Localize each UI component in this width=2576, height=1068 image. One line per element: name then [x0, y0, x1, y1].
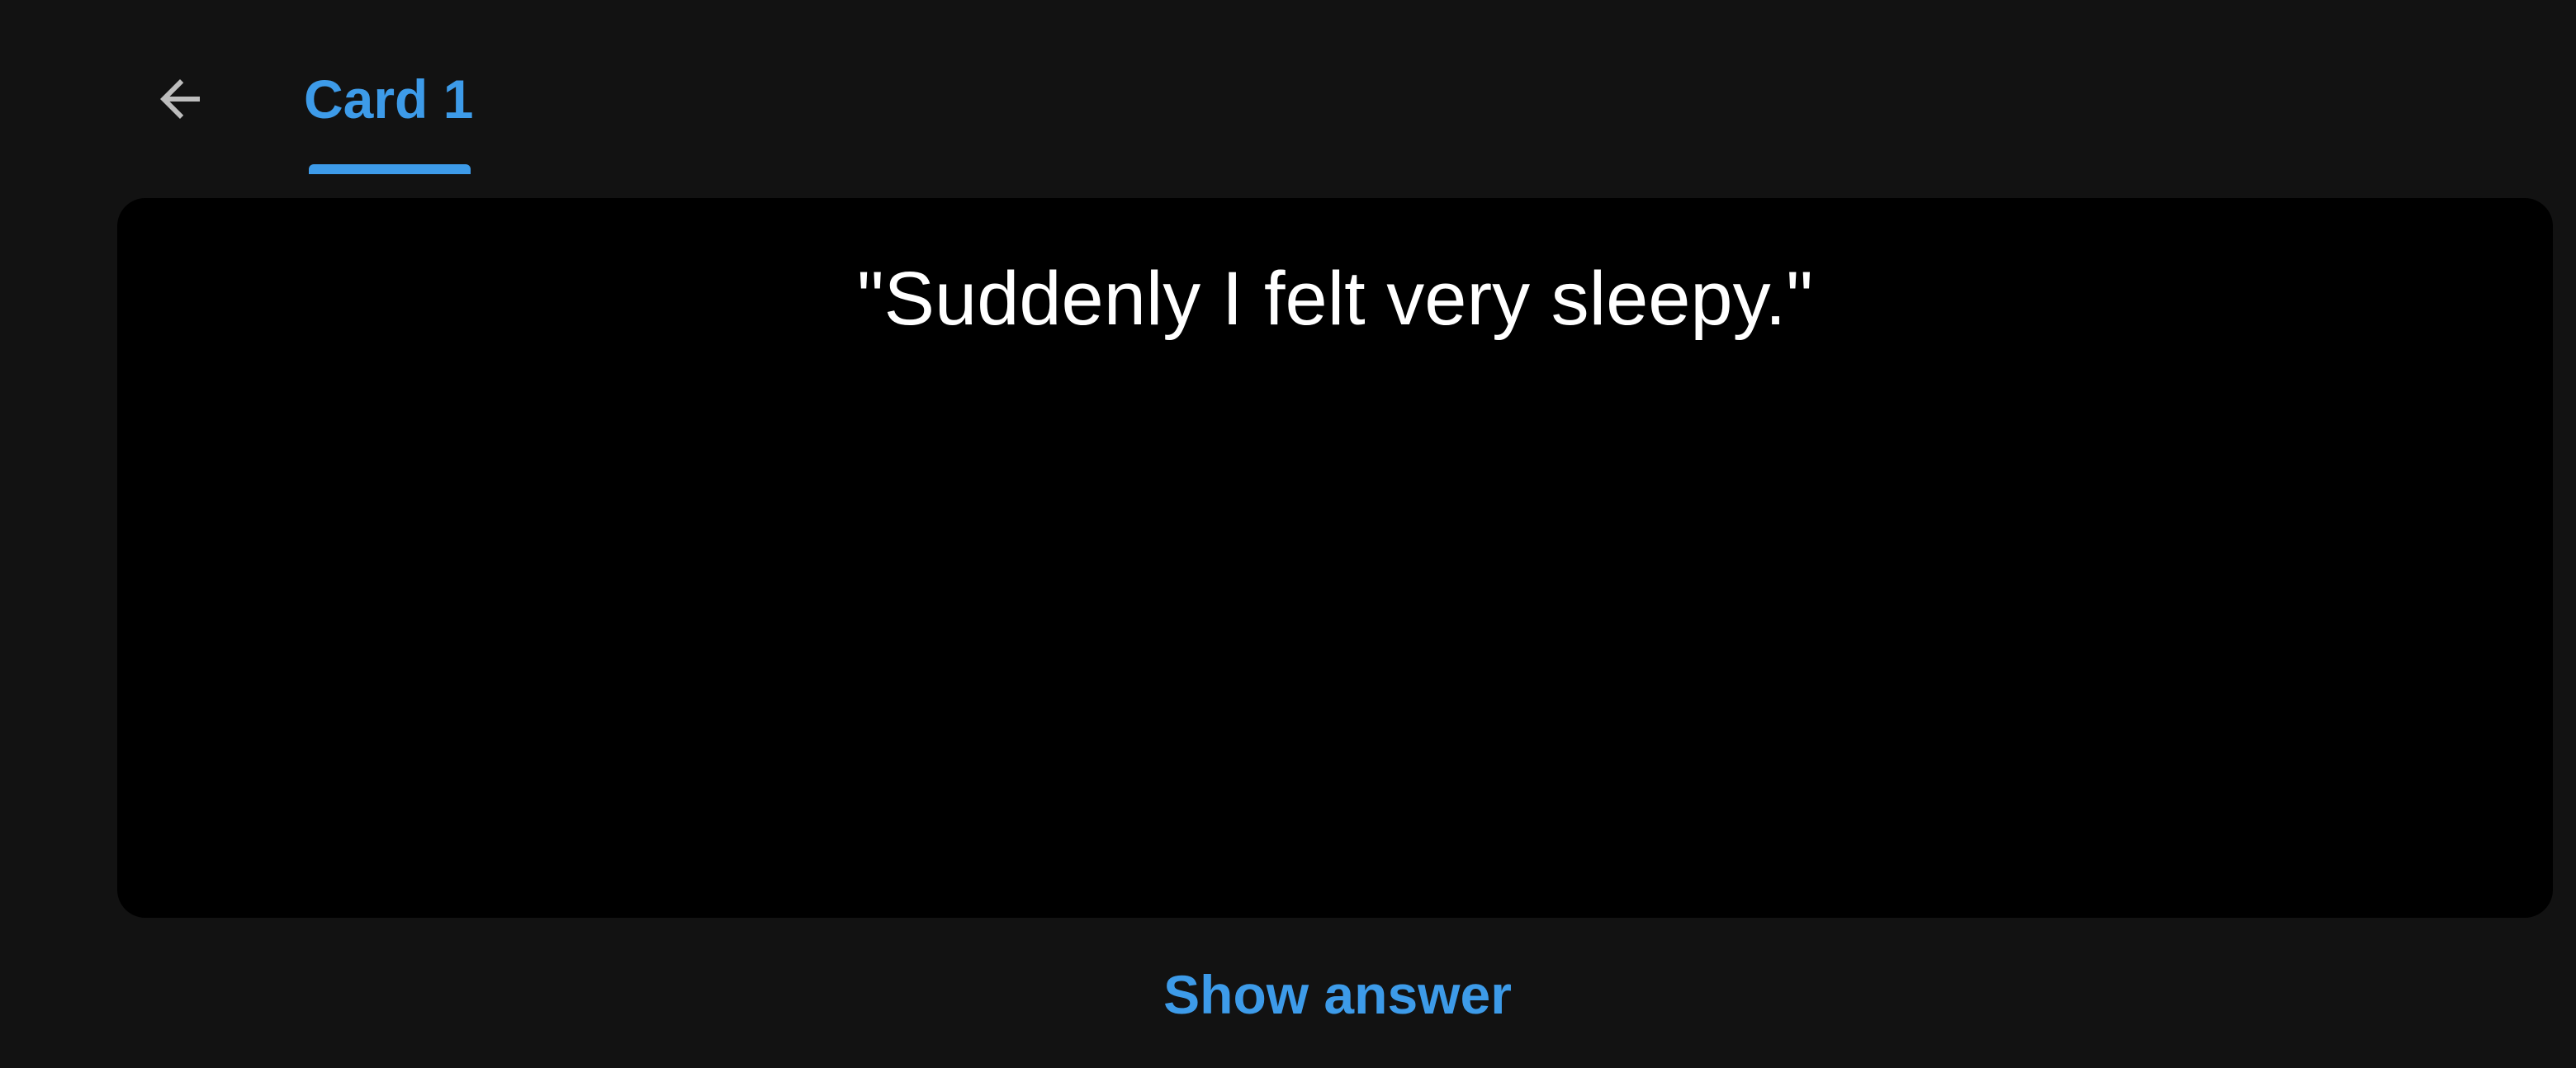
arrow-left-icon [160, 79, 200, 119]
tab-label: Card 1 [304, 69, 474, 130]
flashcard[interactable]: "Suddenly I felt very sleepy." [117, 198, 2553, 918]
tab-card-1[interactable]: Card 1 [291, 50, 486, 174]
flashcard-screen: Card 1 "Suddenly I felt very sleepy." Sh… [0, 0, 2576, 1068]
top-bar: Card 1 [0, 0, 2576, 185]
show-answer-label: Show answer [1163, 964, 1512, 1025]
back-button[interactable] [137, 63, 223, 135]
tab-selected-indicator [309, 164, 471, 174]
show-answer-button[interactable]: Show answer [1090, 941, 1585, 1048]
card-front-text: "Suddenly I felt very sleepy." [857, 257, 1813, 341]
